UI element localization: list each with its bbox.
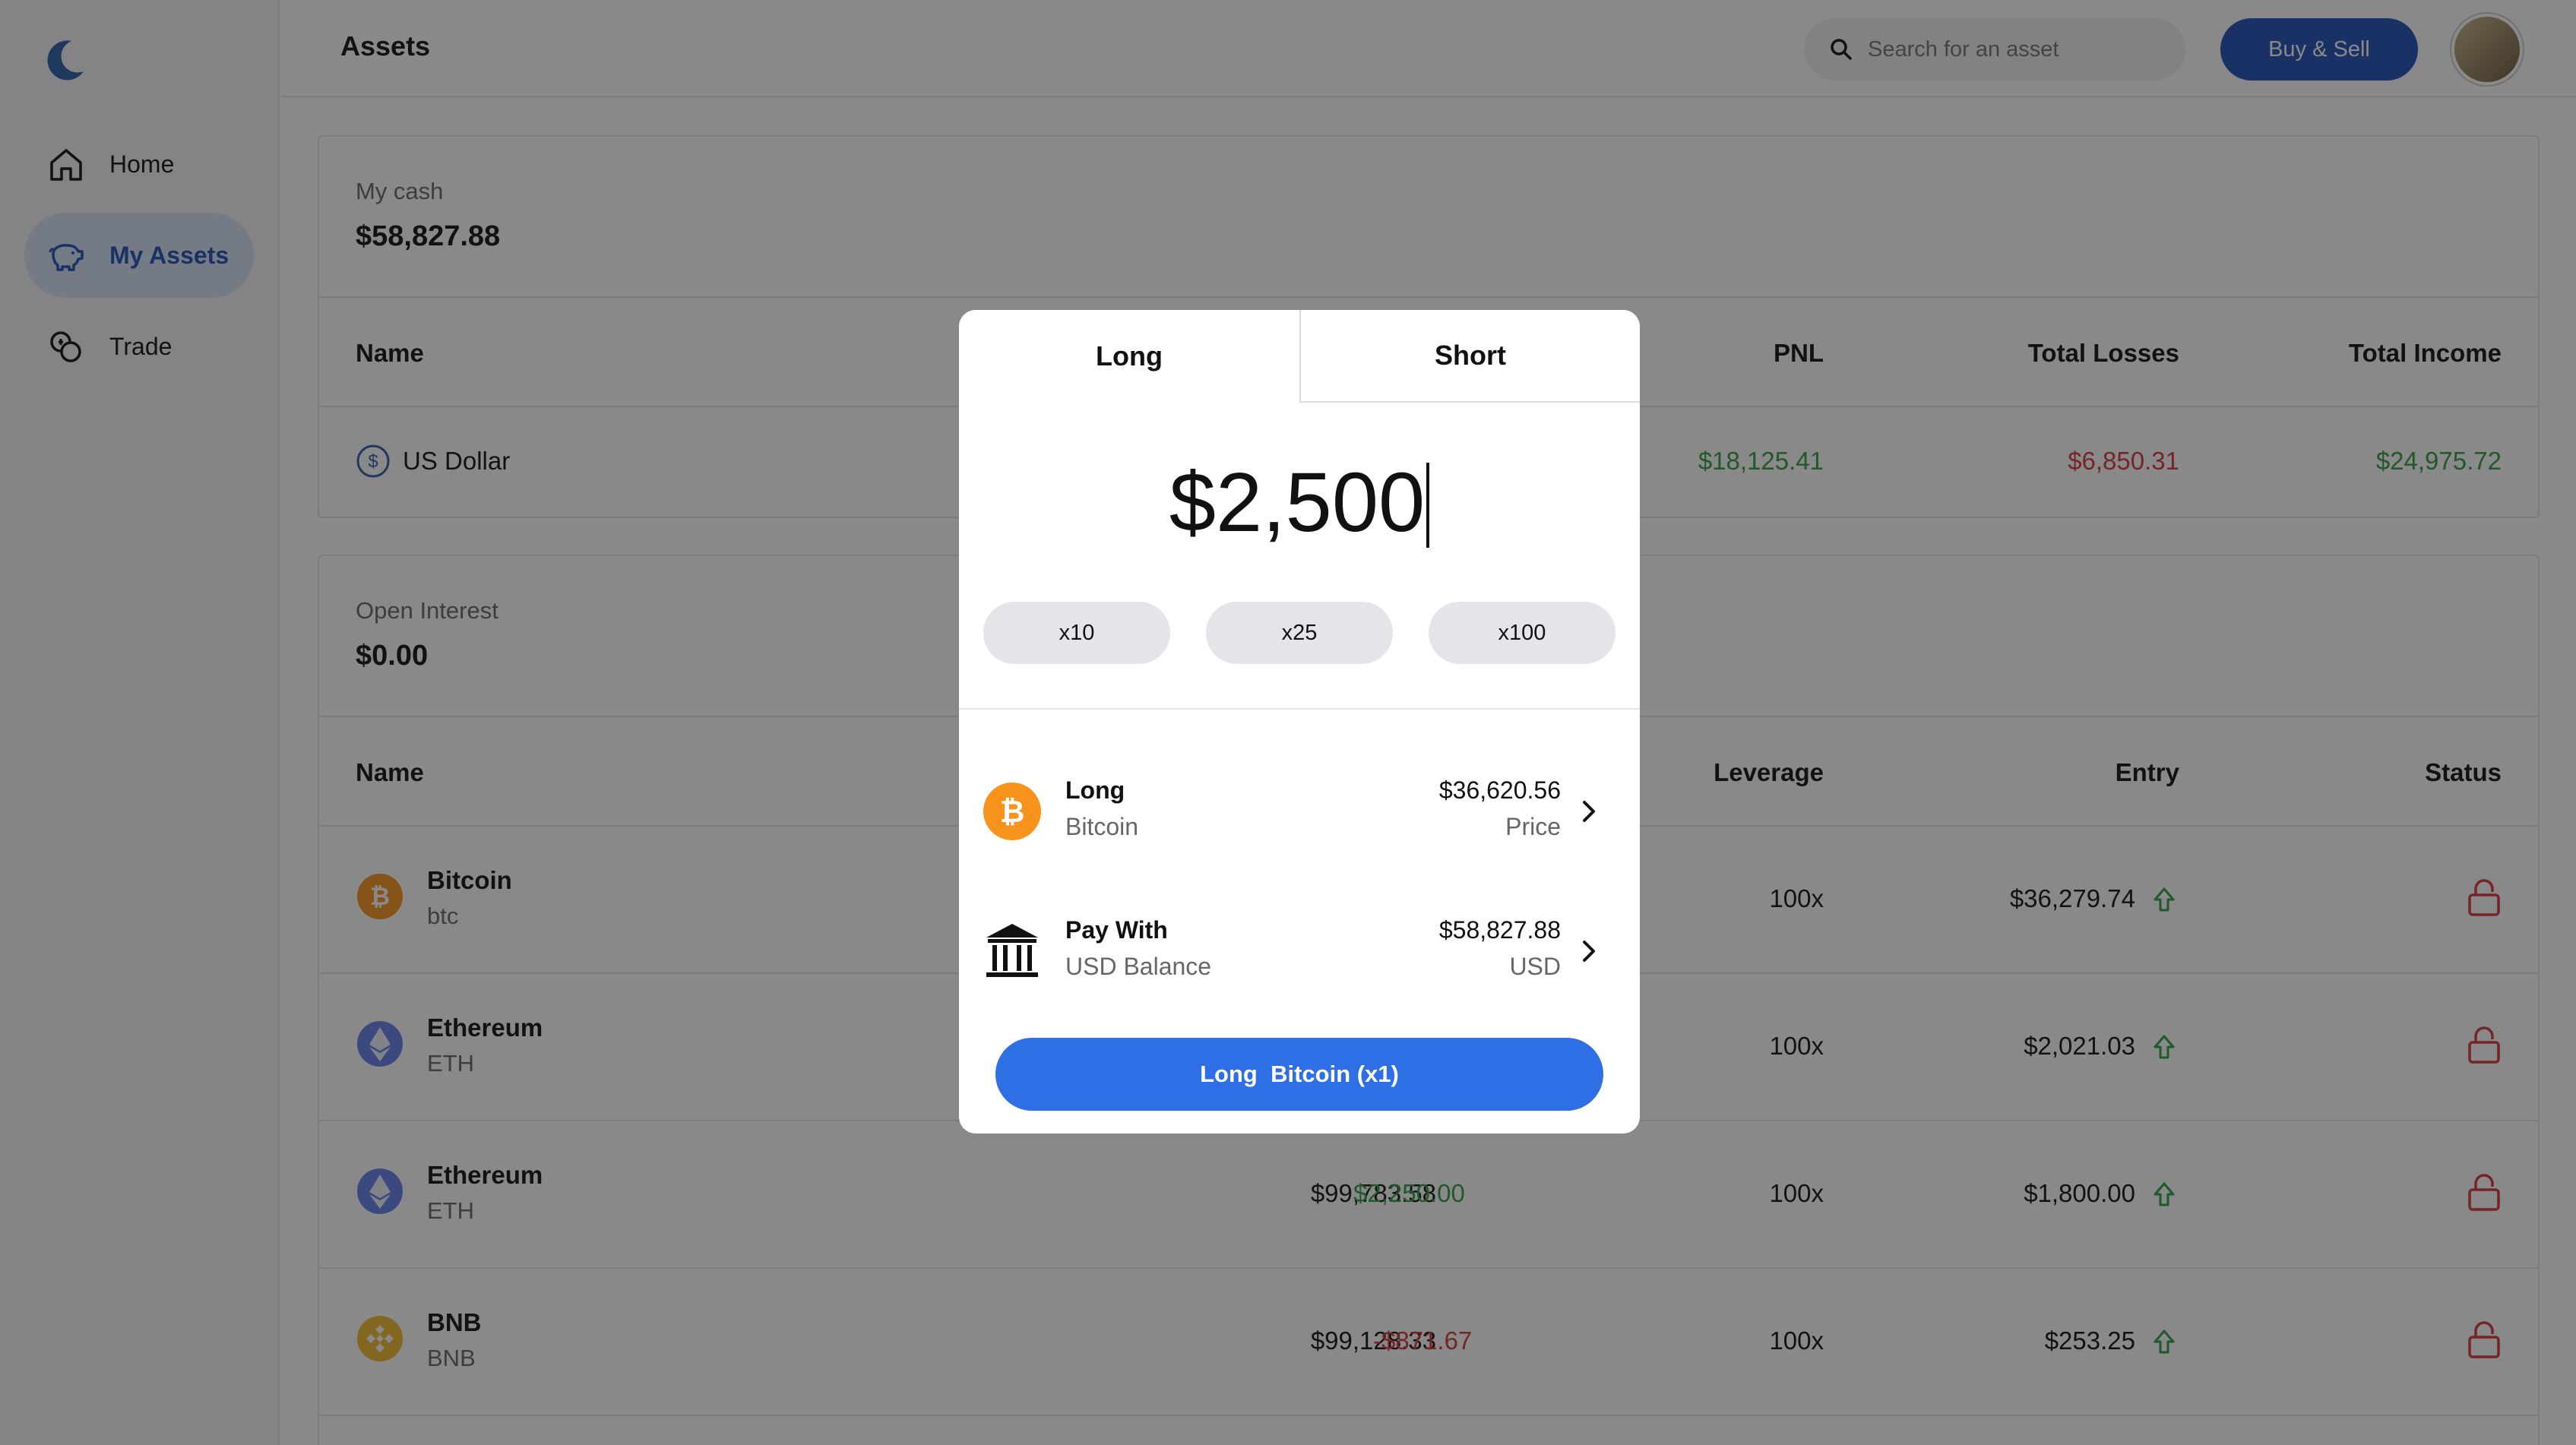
leverage-x100-button[interactable]: x100 xyxy=(1429,602,1616,664)
asset-price-label: Price xyxy=(1505,813,1561,840)
leverage-x10-button[interactable]: x10 xyxy=(983,602,1170,664)
payment-row-subtitle: USD Balance xyxy=(1065,953,1212,980)
confirm-long-button[interactable]: Long Bitcoin (x1) xyxy=(995,1038,1603,1111)
payment-balance-value: $58,827.88 xyxy=(1438,916,1561,944)
svg-text:₿: ₿ xyxy=(1000,795,1025,829)
amount-value: $2,500 xyxy=(1169,456,1426,549)
amount-input[interactable]: $2,500 xyxy=(959,454,1640,551)
chevron-right-icon xyxy=(1583,941,1595,962)
tab-long[interactable]: Long xyxy=(959,310,1299,403)
tab-short[interactable]: Short xyxy=(1299,310,1640,403)
payment-selector-row[interactable]: Pay With USD Balance $58,827.88 USD xyxy=(982,906,1617,997)
payment-currency-label: USD xyxy=(1509,953,1561,980)
text-caret xyxy=(1426,462,1430,548)
leverage-x25-button[interactable]: x25 xyxy=(1206,602,1393,664)
payment-row-title: Pay With xyxy=(1065,916,1168,944)
asset-row-subtitle: Bitcoin xyxy=(1065,813,1139,840)
bitcoin-icon: ₿ xyxy=(983,783,1041,840)
asset-row-title: Long xyxy=(1065,776,1125,804)
trade-modal: Long Short $2,500 x10 x25 x100 ₿ Long Bi… xyxy=(959,310,1640,1134)
chevron-right-icon xyxy=(1583,801,1595,822)
bank-icon xyxy=(986,924,1038,977)
divider xyxy=(959,708,1640,710)
asset-price-value: $36,620.56 xyxy=(1438,776,1561,804)
asset-selector-row[interactable]: ₿ Long Bitcoin $36,620.56 Price xyxy=(982,766,1617,857)
